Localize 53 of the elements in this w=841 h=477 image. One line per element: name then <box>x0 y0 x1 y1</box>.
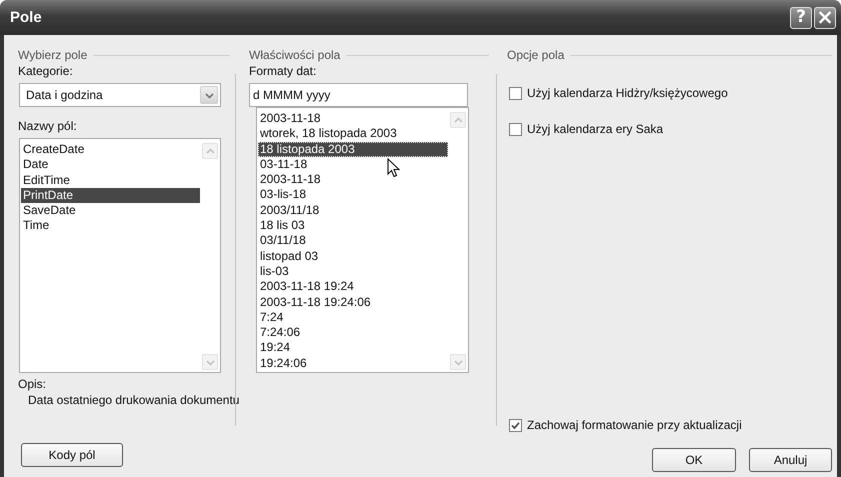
list-item[interactable]: 19:24:06 <box>258 356 448 372</box>
checkbox[interactable] <box>509 418 522 432</box>
checkbox-label: Zachowaj formatowanie przy aktualizacji <box>527 418 742 432</box>
list-item[interactable]: 19:24 <box>258 340 448 356</box>
group-title: Wybierz pole <box>18 48 88 62</box>
list-item[interactable]: PrintDate <box>21 188 200 204</box>
list-item[interactable]: 03/11/18 <box>258 233 448 249</box>
group-title: Opcje pola <box>507 48 564 62</box>
field-label: Kategorie: <box>18 64 73 78</box>
group-title: Właściwości pola <box>249 48 340 62</box>
field-label: Nazwy pól: <box>18 119 77 133</box>
close-button[interactable]: × <box>814 6 836 28</box>
list-item[interactable]: 7:24 <box>258 310 448 326</box>
format-input-field[interactable]: d MMMM yyyy <box>249 83 468 107</box>
list-item[interactable]: 18 lis 03 <box>258 218 448 234</box>
list-item[interactable]: 2003/11/18 <box>258 202 448 218</box>
help-button[interactable]: ? <box>790 6 812 28</box>
cancel-button[interactable]: Anuluj <box>749 448 832 472</box>
list-item[interactable]: 2003-11-18 19:24:06 <box>258 294 448 310</box>
list-item[interactable]: listopad 03 <box>258 248 448 264</box>
chevron-up-icon <box>452 114 464 126</box>
field-label: Formaty dat: <box>249 64 316 78</box>
checkbox-label: Użyj kalendarza Hidżry/księżycowego <box>527 86 728 100</box>
list-item[interactable]: 18 listopada 2003 <box>258 142 448 157</box>
list-item[interactable]: 2003-11-18 19:24 <box>258 279 448 295</box>
category-dropdown[interactable]: Data i godzina <box>19 83 221 107</box>
checkbox[interactable] <box>509 86 522 100</box>
scroll-down-button[interactable] <box>202 354 218 370</box>
list-item[interactable]: 2003-11-18 <box>258 111 448 126</box>
scroll-up-button[interactable] <box>450 112 466 128</box>
list-item[interactable]: wtorek, 18 listopada 2003 <box>258 126 448 142</box>
scroll-down-button[interactable] <box>450 354 466 370</box>
chevron-up-icon <box>204 146 216 156</box>
list-item[interactable]: CreateDate <box>21 142 200 158</box>
list-item[interactable]: 2003-11-18 <box>258 172 448 188</box>
window-title: Pole <box>10 9 43 26</box>
cursor-icon <box>387 158 400 178</box>
scroll-up-button[interactable] <box>202 143 218 159</box>
checkbox[interactable] <box>509 122 522 136</box>
ok-button[interactable]: OK <box>652 448 736 472</box>
list-item[interactable]: Time <box>21 218 200 234</box>
list-item[interactable]: lis-03 <box>258 264 448 280</box>
list-item[interactable]: 03-11-18 <box>258 156 448 172</box>
checkbox-label: Użyj kalendarza ery Saka <box>527 122 664 136</box>
list-item[interactable]: Date <box>21 157 200 173</box>
description-label: Opis: <box>18 377 46 391</box>
list-item[interactable]: EditTime <box>21 172 200 188</box>
list-item[interactable]: 7:24:06 <box>258 325 448 340</box>
field-codes-button[interactable]: Kody pól <box>21 443 123 467</box>
list-item[interactable]: 03-lis-18 <box>258 187 448 203</box>
checkmark-icon <box>511 420 520 430</box>
description-text: Data ostatniego drukowania dokumentu <box>28 393 240 407</box>
list-item[interactable]: SaveDate <box>21 203 200 218</box>
